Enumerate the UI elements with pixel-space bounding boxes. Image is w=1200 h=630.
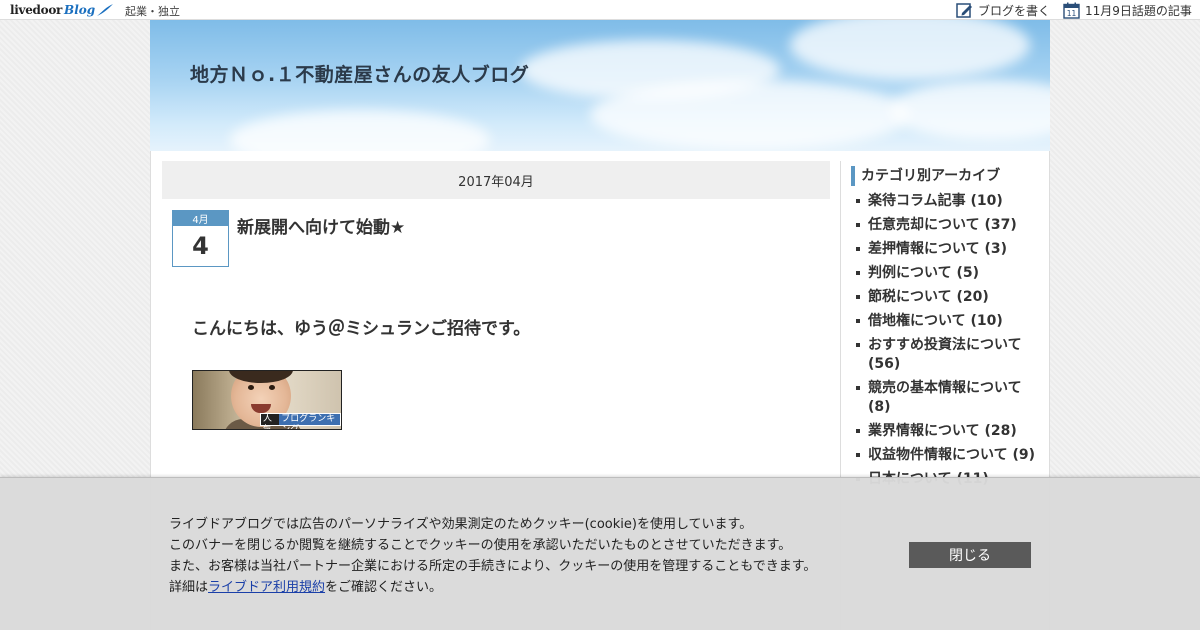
category-item[interactable]: 競売の基本情報について (8) xyxy=(851,379,1046,417)
calendar-icon: 11 xyxy=(1063,2,1080,19)
ranking-label: 人気 ブログランキング xyxy=(260,413,341,429)
category-item[interactable]: 借地権について (10) xyxy=(851,312,1046,331)
write-blog-link[interactable]: ブログを書く xyxy=(956,1,1050,19)
pencil-edit-icon xyxy=(956,2,972,18)
post-title[interactable]: 新展開へ向けて始動★ xyxy=(237,213,405,238)
cookie-line-2: このバナーを閉じるか閲覧を継続することでクッキーの使用を承認いただいたものとさせ… xyxy=(169,538,792,553)
site-title[interactable]: 地方Ｎｏ.１不動産屋さんの友人ブログ xyxy=(190,60,529,87)
category-archive-title: カテゴリ別アーカイブ xyxy=(851,166,1041,186)
category-item[interactable]: 節税について (20) xyxy=(851,288,1046,307)
category-item[interactable]: おすすめ投資法について (56) xyxy=(851,336,1046,374)
trending-articles-label: 11月9日話題の記事 xyxy=(1085,3,1192,18)
logo-blog-word: Blog xyxy=(64,3,96,17)
close-cookie-button[interactable]: 閉じる xyxy=(909,542,1031,568)
category-list: 楽待コラム記事 (10) 任意売却について (37) 差押情報について (3) … xyxy=(851,192,1046,494)
category-item[interactable]: 業界情報について (28) xyxy=(851,422,1046,441)
month-label: 2017年04月 xyxy=(458,174,534,190)
post-greeting: こんにちは、ゆう＠ミシュランご招待です。 xyxy=(192,319,531,339)
livedoor-blog-logo[interactable]: livedoor Blog xyxy=(10,2,114,18)
post-date-badge: 4月 4 xyxy=(172,210,229,267)
post-day: 4 xyxy=(192,232,209,260)
write-blog-label: ブログを書く xyxy=(978,3,1051,18)
blog-ranking-banner[interactable]: 人気 ブログランキング xyxy=(192,370,342,430)
blog-category-tagline[interactable]: 起業・独立 xyxy=(125,3,180,19)
top-bar: livedoor Blog 起業・独立 ブログを書く 11 11月9日話題の記事 xyxy=(0,0,1200,20)
cookie-line-3: また、お客様は当社パートナー企業における所定の手続きにより、クッキーの使用を管理… xyxy=(169,559,817,574)
terms-of-use-link[interactable]: ライブドア利用規約 xyxy=(208,580,325,595)
post-month: 4月 xyxy=(173,211,228,226)
logo-word: livedoor xyxy=(10,3,63,17)
cookie-line-4: 詳細はライブドア利用規約をご確認ください。 xyxy=(169,580,443,595)
calendar-day-number: 11 xyxy=(1067,9,1077,18)
month-archive-heading: 2017年04月 xyxy=(162,161,830,199)
cookie-notice-text: ライブドアブログでは広告のパーソナライズや効果測定のためクッキー(cookie)… xyxy=(169,514,889,598)
trending-articles-link[interactable]: 11 11月9日話題の記事 xyxy=(1063,1,1192,19)
cookie-line-1: ライブドアブログでは広告のパーソナライズや効果測定のためクッキー(cookie)… xyxy=(169,517,753,532)
category-item[interactable]: 楽待コラム記事 (10) xyxy=(851,192,1046,211)
category-item[interactable]: 収益物件情報について (9) xyxy=(851,446,1046,465)
category-item[interactable]: 差押情報について (3) xyxy=(851,240,1046,259)
category-item[interactable]: 判例について (5) xyxy=(851,264,1046,283)
blog-header: 地方Ｎｏ.１不動産屋さんの友人ブログ xyxy=(150,20,1050,151)
feather-icon xyxy=(97,4,114,16)
cookie-consent-banner: ライブドアブログでは広告のパーソナライズや効果測定のためクッキー(cookie)… xyxy=(0,477,1200,630)
category-item[interactable]: 任意売却について (37) xyxy=(851,216,1046,235)
